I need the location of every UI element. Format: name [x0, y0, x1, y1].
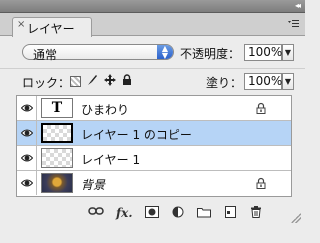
new-layer-icon[interactable] — [222, 206, 238, 220]
select-arrows-icon: ▲ ▼ — [157, 45, 173, 60]
trash-icon[interactable] — [248, 206, 264, 220]
opacity-label: 不透明度： — [180, 47, 241, 61]
layer-name[interactable]: レイヤー 1 — [81, 151, 140, 168]
visibility-cell[interactable] — [17, 146, 37, 170]
visibility-cell[interactable] — [17, 171, 37, 195]
adjustment-icon[interactable] — [170, 206, 186, 220]
layer-row[interactable]: レイヤー 1 — [17, 146, 291, 171]
layer-lock-icon — [256, 102, 266, 114]
visibility-cell[interactable] — [17, 121, 37, 145]
eye-icon[interactable] — [21, 177, 33, 189]
fx-icon[interactable]: fx. — [116, 206, 133, 220]
blend-mode-value: 通常 — [33, 48, 58, 62]
eye-icon[interactable] — [21, 152, 33, 164]
tab-layers[interactable]: × レイヤー — [12, 17, 92, 37]
layer-thumbnail[interactable]: T — [41, 98, 73, 118]
lock-image-brush-icon[interactable] — [86, 74, 98, 86]
layer-name[interactable]: 背景 — [81, 176, 105, 193]
layers-list: T ひまわり レイヤー 1 のコピー レイヤー 1 背景 — [16, 95, 292, 197]
layer-lock-icon — [256, 177, 266, 189]
panel-tabbar: × レイヤー — [0, 13, 305, 37]
layer-name[interactable]: レイヤー 1 のコピー — [81, 126, 192, 143]
link-icon[interactable] — [88, 206, 104, 220]
panel-menu-icon[interactable] — [287, 19, 299, 29]
layer-row[interactable]: 背景 — [17, 171, 291, 196]
eye-icon[interactable] — [21, 102, 33, 114]
layer-row[interactable]: T ひまわり — [17, 96, 291, 121]
opacity-arrow-button[interactable]: ▼ — [282, 44, 294, 61]
lock-all-padlock-icon[interactable] — [121, 74, 133, 86]
layer-row[interactable]: レイヤー 1 のコピー — [17, 121, 291, 146]
lock-row: ロック： 塗り： 100% ▼ — [0, 68, 305, 95]
layer-thumbnail[interactable] — [41, 148, 73, 168]
panel-titlebar: ◂◂ — [0, 0, 305, 13]
eye-icon[interactable] — [21, 127, 33, 139]
layer-thumbnail[interactable] — [41, 123, 73, 143]
collapse-icon[interactable]: ◂◂ — [295, 1, 301, 11]
footer-toolbar: fx. — [0, 200, 305, 226]
fill-field[interactable]: 100% — [244, 73, 282, 90]
lock-position-move-icon[interactable] — [104, 74, 116, 86]
visibility-cell[interactable] — [17, 96, 37, 120]
layer-thumbnail[interactable] — [41, 173, 73, 193]
opacity-field[interactable]: 100% — [244, 44, 282, 61]
fill-arrow-button[interactable]: ▼ — [282, 73, 294, 90]
resize-grip[interactable] — [291, 213, 301, 223]
layer-name[interactable]: ひまわり — [81, 101, 129, 118]
blend-mode-select[interactable]: 通常 ▲ ▼ — [22, 44, 174, 62]
lock-label: ロック： — [22, 76, 71, 90]
tab-close-icon[interactable]: × — [17, 19, 25, 30]
blend-row: 通常 ▲ ▼ 不透明度： 100% ▼ — [0, 36, 305, 66]
lock-transparent-icon[interactable] — [70, 76, 81, 87]
tab-label: レイヤー — [27, 22, 75, 36]
folder-icon[interactable] — [196, 206, 212, 220]
mask-icon[interactable] — [144, 206, 160, 220]
fill-label: 塗り： — [206, 76, 243, 90]
